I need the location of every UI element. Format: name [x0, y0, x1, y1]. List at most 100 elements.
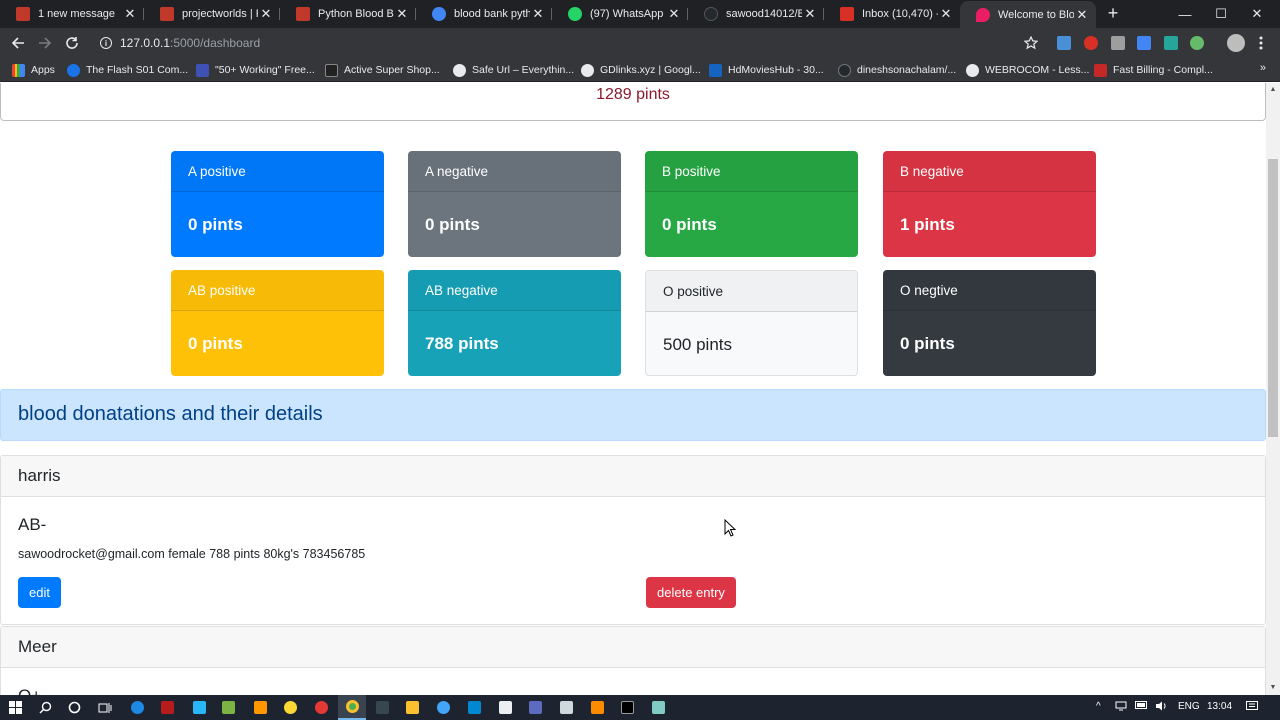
new-tab-button[interactable]: + [1104, 4, 1122, 22]
clock[interactable]: 13:04 [1207, 701, 1232, 712]
browser-tab[interactable]: sawood14012/Blo ✕ [688, 0, 824, 28]
edge-icon[interactable] [129, 699, 146, 716]
tab-close-icon[interactable]: ✕ [666, 6, 682, 22]
app-icon[interactable] [650, 699, 667, 716]
battery-icon[interactable] [1135, 701, 1148, 712]
extension-icon[interactable] [1190, 36, 1204, 50]
tab-close-icon[interactable]: ✕ [530, 6, 546, 22]
mail-icon[interactable] [558, 699, 575, 716]
browser-tab[interactable]: projectworlds | Fre ✕ [144, 0, 280, 28]
xampp-icon[interactable] [589, 699, 606, 716]
browser-tab[interactable]: Inbox (10,470) - pr ✕ [824, 0, 960, 28]
app-icon[interactable] [282, 699, 299, 716]
task-view-icon[interactable] [96, 699, 113, 716]
scroll-down-arrow-icon[interactable]: ▼ [1266, 681, 1280, 695]
windows-start-icon[interactable] [7, 699, 24, 716]
search-icon[interactable] [37, 699, 54, 716]
scroll-up-arrow-icon[interactable]: ▲ [1266, 83, 1280, 97]
bookmark-label: Fast Billing - Compl... [1113, 64, 1213, 76]
download-extension-icon[interactable] [1057, 36, 1071, 50]
blood-group-card: O negtive 0 pints [883, 270, 1096, 376]
tab-close-icon[interactable]: ✕ [258, 6, 274, 22]
forward-icon[interactable] [34, 32, 56, 54]
file-explorer-icon[interactable] [404, 699, 421, 716]
tab-close-icon[interactable]: ✕ [1074, 7, 1090, 23]
address-bar[interactable]: i 127.0.0.1 :5000/dashboard [90, 31, 1050, 55]
bookmark-item[interactable]: Safe Url – Everythin... [453, 62, 574, 78]
opera-icon[interactable] [313, 699, 330, 716]
bookmark-item[interactable]: Fast Billing - Compl... [1094, 62, 1213, 78]
tab-close-icon[interactable]: ✕ [802, 6, 818, 22]
bookmark-star-icon[interactable] [1020, 32, 1042, 54]
cmd-icon[interactable] [619, 699, 636, 716]
blood-group-label: A positive [171, 151, 384, 192]
blood-group-pints: 1 pints [900, 214, 955, 234]
sublime-icon[interactable] [252, 699, 269, 716]
menu-dots-icon[interactable] [1250, 32, 1272, 54]
tab-close-icon[interactable]: ✕ [122, 6, 138, 22]
bookmark-apps[interactable]: Apps [12, 62, 55, 78]
bookmarks-overflow-button[interactable]: » [1260, 62, 1266, 74]
bookmark-item[interactable]: The Flash S01 Com... [67, 62, 188, 78]
terminal-icon[interactable] [374, 699, 391, 716]
app-icon[interactable] [191, 699, 208, 716]
tab-title: 1 new message [38, 8, 116, 20]
donor-details: sawoodrocket@gmail.com female 788 pints … [18, 547, 366, 561]
app-icon[interactable] [466, 699, 483, 716]
network-icon[interactable] [1115, 701, 1127, 714]
extension-icon[interactable] [1164, 36, 1178, 50]
bookmark-label: GDlinks.xyz | Googl... [600, 64, 701, 76]
browser-tab[interactable]: (97) WhatsApp ✕ [552, 0, 688, 28]
mouse-cursor-icon [724, 519, 736, 537]
browser-tab[interactable]: Python Blood Bank ✕ [280, 0, 416, 28]
site-info-icon[interactable]: i [100, 37, 112, 49]
bookmark-item[interactable]: HdMoviesHub - 30... [709, 62, 824, 78]
blood-group-label: B negative [883, 151, 1096, 192]
windows-taskbar: ^ ENG 13:04 [0, 695, 1280, 720]
bookmark-item[interactable]: "50+ Working" Free... [196, 62, 315, 78]
blood-group-card: O positive 500 pints [645, 270, 858, 376]
browser-tab-active[interactable]: Welcome to Blood ✕ [960, 1, 1096, 28]
delete-entry-button[interactable]: delete entry [646, 577, 736, 608]
tab-close-icon[interactable]: ✕ [938, 6, 954, 22]
action-center-icon[interactable] [1246, 701, 1258, 715]
page-scrollbar[interactable]: ▲ ▼ [1266, 83, 1280, 695]
close-window-button[interactable]: ✕ [1234, 0, 1280, 28]
adblock-extension-icon[interactable] [1084, 36, 1098, 50]
app-icon[interactable] [159, 699, 176, 716]
donation-entry: harris AB- sawoodrocket@gmail.com female… [0, 455, 1266, 625]
reload-icon[interactable] [61, 32, 83, 54]
blood-group-pints: 0 pints [662, 214, 717, 234]
scrollbar-thumb[interactable] [1268, 159, 1278, 437]
app-icon[interactable] [527, 699, 544, 716]
bookmark-label: The Flash S01 Com... [86, 64, 189, 76]
tab-close-icon[interactable]: ✕ [394, 6, 410, 22]
blood-drop-favicon-icon [976, 7, 990, 22]
browser-tab[interactable]: blood bank python ✕ [416, 0, 552, 28]
blood-group-card: A positive 0 pints [171, 151, 384, 257]
bookmark-item[interactable]: Active Super Shop... [325, 62, 440, 78]
bookmark-item[interactable]: WEBROCOM - Less... [966, 62, 1089, 78]
profile-avatar[interactable] [1227, 34, 1245, 52]
language-indicator[interactable]: ENG [1178, 701, 1200, 712]
bookmark-item[interactable]: GDlinks.xyz | Googl... [581, 62, 701, 78]
chrome-icon[interactable] [338, 695, 366, 720]
github-icon [838, 63, 851, 77]
blood-group-pints: 0 pints [188, 214, 243, 234]
app-icon[interactable] [220, 699, 237, 716]
bookmark-item[interactable]: dineshsonachalam/... [838, 62, 956, 78]
edit-button[interactable]: edit [18, 577, 61, 608]
globe-icon [581, 63, 594, 77]
extension-icon[interactable] [1111, 36, 1125, 50]
app-icon[interactable] [435, 699, 452, 716]
show-hidden-icons-icon[interactable]: ^ [1096, 701, 1101, 712]
volume-icon[interactable] [1155, 701, 1167, 714]
extension-icon[interactable] [1137, 36, 1151, 50]
cortana-icon[interactable] [66, 699, 83, 716]
browser-tab[interactable]: 1 new message ✕ [0, 0, 144, 28]
tab-title: projectworlds | Fre [182, 8, 258, 20]
bookmark-favicon-icon [67, 63, 80, 77]
tab-title: Inbox (10,470) - pr [862, 8, 938, 20]
app-icon[interactable] [497, 699, 514, 716]
back-icon[interactable] [7, 32, 29, 54]
